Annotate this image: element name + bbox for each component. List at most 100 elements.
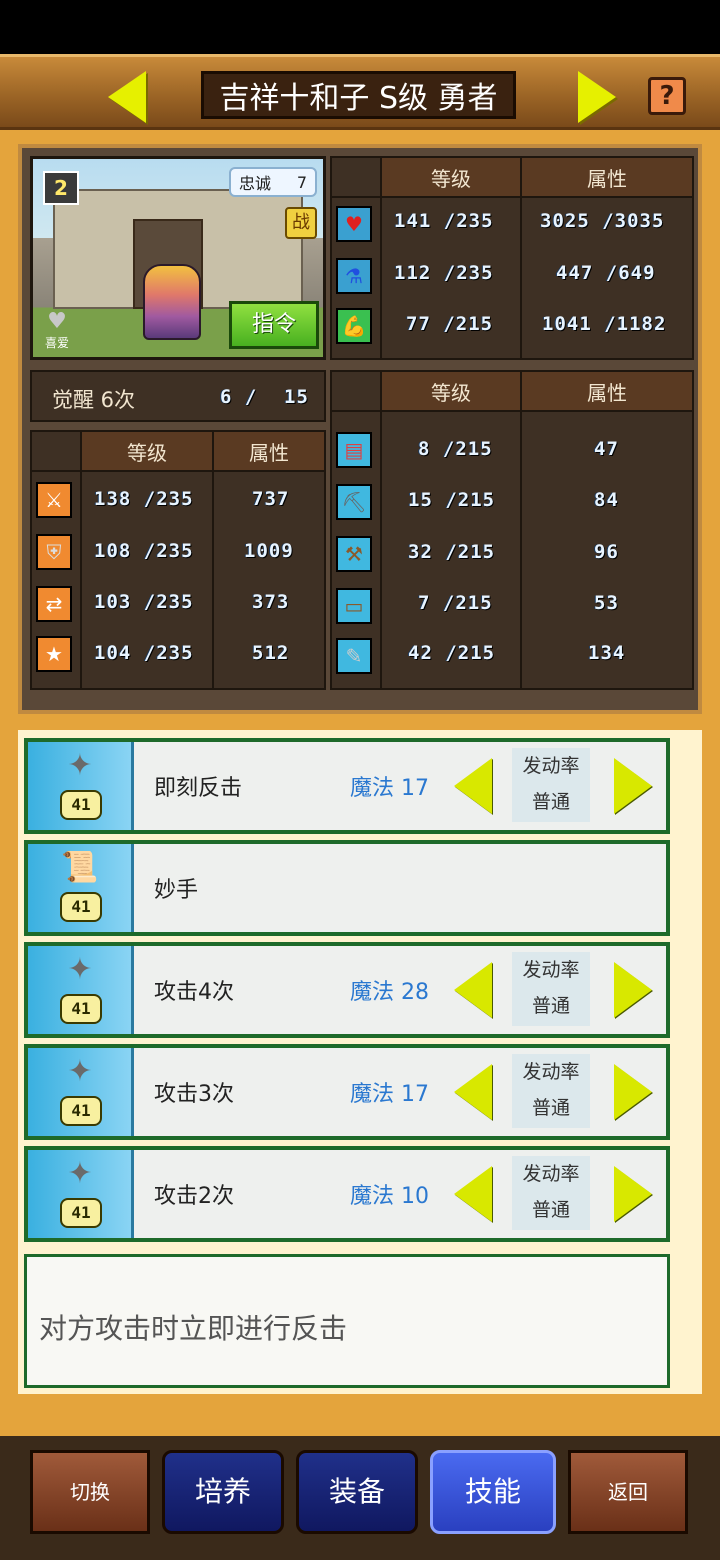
- book-attr: 47: [594, 438, 619, 460]
- rate-label: 发动率: [522, 1163, 580, 1185]
- pickaxe-attr: 84: [594, 489, 619, 511]
- agi-level: 103 /235: [94, 591, 194, 613]
- stats-right-attr-header: 属性: [520, 370, 694, 412]
- rate-value: 普通: [531, 791, 570, 813]
- character-portrait: 2 忠诚 7 战 指令 ♥ 喜爱: [30, 156, 326, 360]
- stats-right-corner: [330, 370, 382, 412]
- craft-icon: ▭: [336, 588, 372, 624]
- activation-rate: 发动率 普通: [512, 748, 590, 822]
- str-attr: 1041 /1182: [542, 313, 667, 335]
- stats-left-corner: [30, 430, 82, 472]
- shield-icon: ⛨: [36, 534, 72, 570]
- skill-level: 41: [60, 994, 102, 1024]
- brush-attr: 134: [588, 642, 626, 664]
- rate-decrease-button[interactable]: [454, 1166, 492, 1222]
- skill-description: 对方攻击时立即进行反击: [24, 1254, 670, 1388]
- skill-list: ✦ 41 即刻反击 魔法 17 发动率 普通 📜 41 妙手 ✦ 41 攻击4次 魔法 …: [18, 730, 702, 1394]
- skill-icon: ✦ 41: [28, 1048, 134, 1136]
- skill-row[interactable]: ✦ 41 攻击3次 魔法 17 发动率 普通: [24, 1044, 670, 1140]
- sword-icon: ⚔: [36, 482, 72, 518]
- awaken-value: 6 /: [220, 386, 258, 408]
- hp-level: 141 /235: [394, 210, 494, 232]
- skill-magic-cost: 魔法 28: [350, 980, 429, 1005]
- stats-top-level-header: 等级: [380, 156, 522, 198]
- header-bar: 吉祥十和子 S级 勇者 ?: [0, 54, 720, 130]
- muscle-icon: 💪: [336, 308, 372, 344]
- favorite-button[interactable]: ♥ 喜爱: [45, 309, 69, 351]
- atk-attr: 737: [252, 488, 290, 510]
- sword-burst-icon: ✦: [67, 952, 93, 987]
- rate-decrease-button[interactable]: [454, 1064, 492, 1120]
- favorite-label: 喜爱: [45, 336, 70, 350]
- status-bar: [0, 0, 720, 54]
- rate-label: 发动率: [522, 1061, 580, 1083]
- sword-burst-icon: ✦: [67, 1054, 93, 1089]
- prev-character-button[interactable]: [108, 71, 146, 123]
- loyalty-badge: 忠诚 7: [229, 167, 317, 197]
- equip-tab[interactable]: 装备: [296, 1450, 418, 1534]
- stats-top-attr-header: 属性: [520, 156, 694, 198]
- skill-icon: 📜 41: [28, 844, 134, 932]
- shovel-level: 32 /215: [408, 541, 496, 563]
- stats-top-corner: [330, 156, 382, 198]
- switch-button[interactable]: 切换: [30, 1450, 150, 1534]
- skills-tab[interactable]: 技能: [430, 1450, 556, 1534]
- rate-decrease-button[interactable]: [454, 962, 492, 1018]
- rate-increase-button[interactable]: [614, 1166, 652, 1222]
- sword-burst-icon: ✦: [67, 1156, 93, 1191]
- skill-icon: ✦ 41: [28, 946, 134, 1034]
- def-attr: 1009: [244, 540, 294, 562]
- book-icon: ▤: [336, 432, 372, 468]
- mp-level: 112 /235: [394, 262, 494, 284]
- craft-attr: 53: [594, 592, 619, 614]
- skill-row[interactable]: ✦ 41 攻击4次 魔法 28 发动率 普通: [24, 942, 670, 1038]
- sword-burst-icon: ✦: [67, 748, 93, 783]
- skill-level: 41: [60, 790, 102, 820]
- skill-level: 41: [60, 1198, 102, 1228]
- agility-icon: ⇄: [36, 586, 72, 622]
- bottom-nav: 切换 培养 装备 技能 返回: [0, 1436, 720, 1560]
- shovel-icon: ⚒: [336, 536, 372, 572]
- loyalty-value: 7: [296, 172, 307, 192]
- awaken-box: 觉醒 6次 6 / 15: [30, 370, 326, 422]
- train-tab[interactable]: 培养: [162, 1450, 284, 1534]
- pickaxe-icon: ⛏: [336, 484, 372, 520]
- awaken-label: 觉醒 6次: [52, 388, 136, 412]
- rank-badge: 2: [43, 171, 79, 205]
- book-level: 8 /215: [418, 438, 493, 460]
- rate-value: 普通: [531, 1097, 570, 1119]
- rate-increase-button[interactable]: [614, 758, 652, 814]
- activation-rate: 发动率 普通: [512, 1054, 590, 1128]
- hero-sprite: [143, 264, 201, 340]
- character-title: 吉祥十和子 S级 勇者: [201, 71, 516, 119]
- skill-row[interactable]: ✦ 41 攻击2次 魔法 10 发动率 普通: [24, 1146, 670, 1242]
- stats-left-level-header: 等级: [80, 430, 214, 472]
- next-character-button[interactable]: [578, 71, 616, 123]
- atk-level: 138 /235: [94, 488, 194, 510]
- pickaxe-level: 15 /215: [408, 489, 496, 511]
- skill-name: 攻击3次: [154, 1082, 234, 1107]
- luck-level: 104 /235: [94, 642, 194, 664]
- command-button[interactable]: 指令: [229, 301, 319, 349]
- potion-icon: ⚗: [336, 258, 372, 294]
- str-level: 77 /215: [406, 313, 494, 335]
- skill-row[interactable]: ✦ 41 即刻反击 魔法 17 发动率 普通: [24, 738, 670, 834]
- stats-right-level-header: 等级: [380, 370, 522, 412]
- heart-icon: ♥: [47, 309, 67, 334]
- skill-name: 攻击2次: [154, 1184, 234, 1209]
- hp-attr: 3025 /3035: [540, 210, 665, 232]
- skill-magic-cost: 魔法 10: [350, 1184, 429, 1209]
- craft-level: 7 /215: [418, 592, 493, 614]
- help-icon[interactable]: ?: [648, 77, 686, 115]
- agi-attr: 373: [252, 591, 290, 613]
- skill-icon: ✦ 41: [28, 1150, 134, 1238]
- rate-label: 发动率: [522, 755, 580, 777]
- rate-increase-button[interactable]: [614, 962, 652, 1018]
- star-icon: ★: [36, 636, 72, 672]
- rate-decrease-button[interactable]: [454, 758, 492, 814]
- skill-name: 即刻反击: [154, 776, 243, 801]
- skill-row[interactable]: 📜 41 妙手: [24, 840, 670, 936]
- rate-increase-button[interactable]: [614, 1064, 652, 1120]
- back-button[interactable]: 返回: [568, 1450, 688, 1534]
- loyalty-label: 忠诚: [239, 174, 272, 193]
